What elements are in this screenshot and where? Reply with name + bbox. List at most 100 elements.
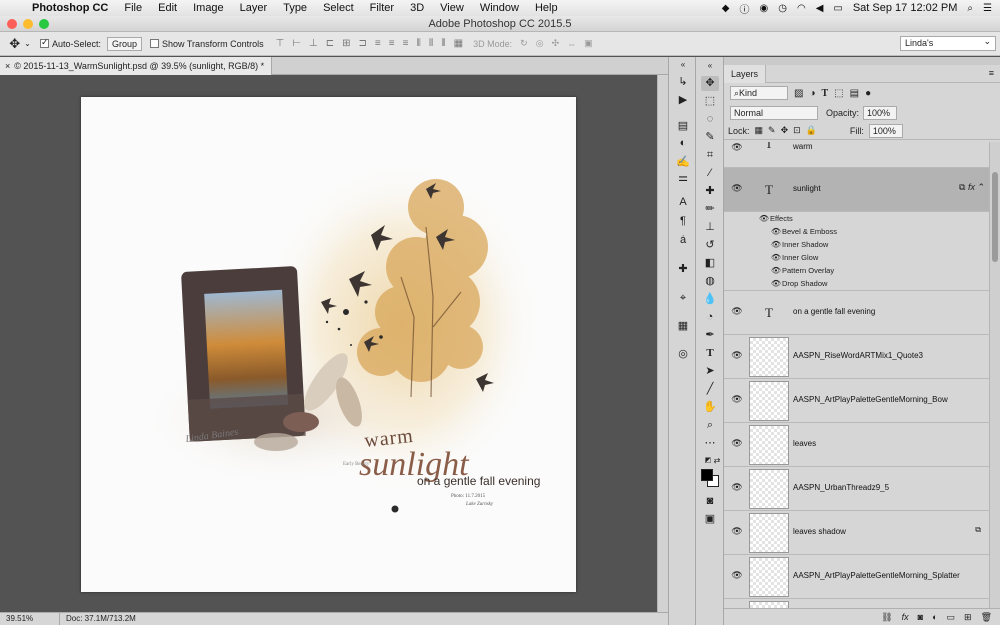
- window-minimize-button[interactable]: [23, 19, 33, 29]
- menu-edit[interactable]: Edit: [150, 2, 185, 14]
- filter-pixel-icon[interactable]: ▨: [794, 88, 803, 99]
- align-horizontal-centers-icon[interactable]: ⊞: [342, 38, 350, 49]
- foreground-color-swatch[interactable]: [701, 469, 713, 481]
- notification-center-icon[interactable]: ☰: [983, 3, 992, 14]
- brush-panel-icon[interactable]: ✍: [675, 155, 691, 170]
- blend-mode-dropdown[interactable]: Normal: [730, 105, 818, 120]
- line-tool-icon[interactable]: ╱: [701, 382, 719, 397]
- screen-mode-icon[interactable]: ▣: [701, 512, 719, 527]
- add-layer-style-icon[interactable]: fx: [902, 612, 909, 622]
- link-layers-icon[interactable]: ⛓: [881, 612, 892, 623]
- glyphs-panel-icon[interactable]: ẚ: [675, 234, 691, 249]
- menu-layer[interactable]: Layer: [232, 2, 276, 14]
- menu-help[interactable]: Help: [527, 2, 566, 14]
- lock-artboard-icon[interactable]: ⊡: [793, 125, 801, 136]
- 3d-pan-icon[interactable]: ✣: [552, 38, 560, 49]
- filter-smart-object-icon[interactable]: ▤: [850, 88, 859, 99]
- status-info-icon[interactable]: ⓘ: [739, 1, 749, 16]
- quick-mask-icon[interactable]: ◙: [701, 494, 719, 509]
- distribute-top-icon[interactable]: ≡: [375, 38, 381, 49]
- effect-row-pattern-overlay[interactable]: 👁Pattern Overlay: [724, 264, 989, 277]
- canvas-vertical-scrollbar[interactable]: [657, 75, 668, 612]
- lasso-tool-icon[interactable]: ◌: [701, 112, 719, 127]
- marquee-tool-icon[interactable]: ⬚: [701, 94, 719, 109]
- dodge-tool-icon[interactable]: ◔: [701, 310, 719, 325]
- layer-row-quote[interactable]: 👁 AASPN_RiseWordARTMix1_Quote3: [724, 335, 989, 379]
- menu-3d[interactable]: 3D: [402, 2, 432, 14]
- 3d-roll-icon[interactable]: ◎: [536, 38, 544, 49]
- paragraph-panel-icon[interactable]: ¶: [675, 215, 691, 230]
- visibility-eye-icon[interactable]: 👁: [731, 438, 743, 449]
- effect-row-bevel-emboss[interactable]: 👁Bevel & Emboss: [724, 225, 989, 238]
- layer-row-urban-threadz[interactable]: 👁 AASPN_UrbanThreadz9_5: [724, 467, 989, 511]
- layer-row-leaves[interactable]: 👁 leaves: [724, 423, 989, 467]
- visibility-eye-icon[interactable]: 👁: [731, 526, 743, 537]
- zoom-level-field[interactable]: 39.51%: [0, 613, 60, 625]
- 3d-scale-icon[interactable]: ▣: [584, 38, 593, 49]
- effects-header-row[interactable]: 👁Effects: [724, 212, 989, 225]
- lock-all-icon[interactable]: 🔒: [806, 125, 817, 136]
- visibility-eye-icon[interactable]: 👁: [731, 142, 743, 153]
- visibility-eye-icon[interactable]: 👁: [770, 251, 782, 264]
- auto-select-dropdown[interactable]: Group: [107, 36, 143, 51]
- visibility-eye-icon[interactable]: 👁: [731, 570, 743, 581]
- visibility-eye-icon[interactable]: 👁: [731, 350, 743, 361]
- layer-row-splatter[interactable]: 👁 AASPN_ArtPlayPaletteGentleMorning_Spla…: [724, 555, 989, 599]
- auto-select-checkbox[interactable]: Auto-Select:: [40, 37, 101, 49]
- canvas-area[interactable]: Linda Baines warm sunlight on a gentle f…: [0, 75, 657, 612]
- visibility-eye-icon[interactable]: 👁: [770, 277, 782, 290]
- distribute-left-icon[interactable]: ⦀: [416, 38, 420, 49]
- lock-position-icon[interactable]: ✥: [781, 125, 789, 136]
- menu-window[interactable]: Window: [472, 2, 527, 14]
- zoom-tool-icon[interactable]: ⌕: [701, 418, 719, 433]
- lock-image-icon[interactable]: ✎: [768, 125, 776, 136]
- quick-selection-tool-icon[interactable]: ✎: [701, 130, 719, 145]
- menu-select[interactable]: Select: [315, 2, 362, 14]
- status-volume-icon[interactable]: ◀: [816, 3, 824, 14]
- brush-presets-icon[interactable]: ⚌: [675, 171, 691, 186]
- character-panel-icon[interactable]: A: [675, 196, 691, 211]
- history-brush-tool-icon[interactable]: ↺: [701, 238, 719, 253]
- filter-toggle-icon[interactable]: ●: [865, 88, 871, 99]
- 3d-slide-icon[interactable]: ⇔: [567, 39, 576, 49]
- collapse-strip-icon[interactable]: «: [675, 60, 691, 75]
- distribute-vcenter-icon[interactable]: ≡: [389, 38, 395, 49]
- visibility-eye-icon[interactable]: 👁: [770, 238, 782, 251]
- status-dropbox-icon[interactable]: ◆: [722, 3, 730, 14]
- visibility-eye-icon[interactable]: 👁: [770, 264, 782, 277]
- visibility-eye-icon[interactable]: 👁: [731, 306, 743, 317]
- clone-stamp-tool-icon[interactable]: ⊥: [701, 220, 719, 235]
- new-adjustment-layer-icon[interactable]: ◐: [932, 612, 937, 622]
- move-tool-icon[interactable]: ✥: [701, 76, 719, 91]
- path-selection-tool-icon[interactable]: ➤: [701, 364, 719, 379]
- close-tab-icon[interactable]: ×: [5, 61, 10, 71]
- menu-type[interactable]: Type: [275, 2, 315, 14]
- layers-scrollbar[interactable]: [989, 142, 1000, 608]
- layer-row-leaves-shadow[interactable]: 👁 leaves shadow ⧉: [724, 511, 989, 555]
- align-left-edges-icon[interactable]: ⊏: [326, 38, 334, 49]
- grid-panel-icon[interactable]: ▦: [675, 319, 691, 334]
- layer-effects-fx-icon[interactable]: ⧉ fx ⌃: [959, 182, 985, 193]
- history-panel-icon[interactable]: ↳: [675, 75, 691, 90]
- more-tools-icon[interactable]: ⋯: [701, 436, 719, 451]
- eyedropper-tool-icon[interactable]: ⁄: [701, 166, 719, 181]
- panel-menu-icon[interactable]: ≡: [989, 68, 994, 78]
- align-bottom-edges-icon[interactable]: ⊥: [309, 38, 318, 49]
- menu-image[interactable]: Image: [185, 2, 232, 14]
- effect-row-drop-shadow[interactable]: 👁Drop Shadow: [724, 277, 989, 290]
- menu-view[interactable]: View: [432, 2, 472, 14]
- layer-row-bow[interactable]: 👁 AASPN_ArtPlayPaletteGentleMorning_Bow: [724, 379, 989, 423]
- align-right-edges-icon[interactable]: ⊐: [359, 38, 367, 49]
- effect-row-inner-glow[interactable]: 👁Inner Glow: [724, 251, 989, 264]
- blur-tool-icon[interactable]: 💧: [701, 292, 719, 307]
- visibility-eye-icon[interactable]: 👁: [731, 183, 743, 194]
- visibility-eye-icon[interactable]: 👁: [731, 482, 743, 493]
- actions-panel-icon[interactable]: ▶: [675, 93, 691, 108]
- filter-shape-icon[interactable]: ⬚: [834, 88, 843, 99]
- workspace-switcher[interactable]: Linda's: [900, 35, 996, 51]
- hand-tool-icon[interactable]: ✋: [701, 400, 719, 415]
- opacity-field[interactable]: 100%: [863, 105, 898, 120]
- document-size-info[interactable]: Doc: 37.1M/713.2M: [60, 613, 136, 625]
- layers-scroll-thumb[interactable]: [992, 172, 998, 262]
- healing-brush-tool-icon[interactable]: ✚: [701, 184, 719, 199]
